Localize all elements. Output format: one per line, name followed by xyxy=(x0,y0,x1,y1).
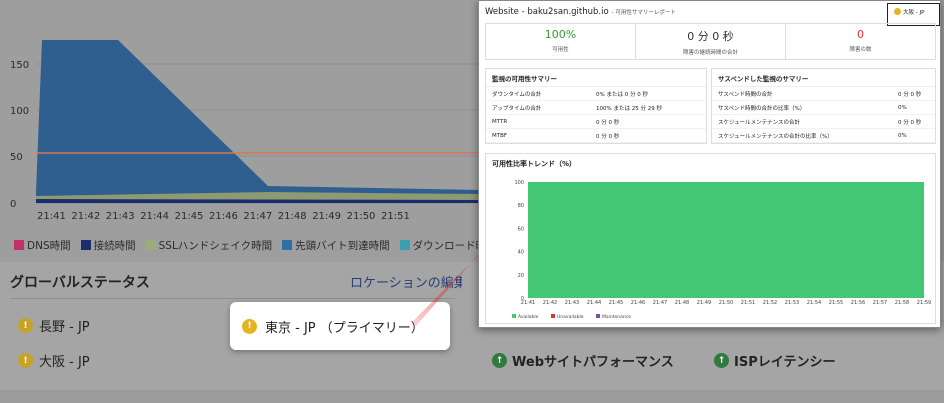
summary-row: ダウンタイムの合計 0% または 0 分 0 秒 xyxy=(486,87,706,101)
legend-swatch xyxy=(596,314,600,318)
legend-swatch xyxy=(512,314,516,318)
x-tick-label: 21:57 xyxy=(873,300,887,306)
x-tick-label: 21:55 xyxy=(829,300,843,306)
summary-row: サスペンド時間の合計 0 分 0 秒 xyxy=(712,87,935,101)
summary-row: MTBF 0 分 0 秒 xyxy=(486,129,706,143)
summary-value: 0 分 0 秒 xyxy=(596,119,620,126)
availability-trend-panel: 可用性比率トレンド（%） 100 80 60 40 20 0 21:41 21:42 21:4… xyxy=(485,153,936,324)
warning-icon xyxy=(894,8,901,15)
availability-trend-chart: 100806040200 21:41 21:42 21:43 21:44 21:45 21… xyxy=(512,180,931,320)
summary-key: MTTR xyxy=(492,118,508,125)
summary-key: ダウンタイムの合計 xyxy=(492,91,542,98)
summary-value: 0 分 0 秒 xyxy=(898,91,922,98)
summary-value: 0 分 0 秒 xyxy=(898,119,922,126)
report-subtitle: - 可用性サマリーレポート xyxy=(611,10,676,16)
x-tick-label: 21:53 xyxy=(785,300,799,306)
x-tick-label: 21:46 xyxy=(631,300,645,306)
x-tick-label: 21:42 xyxy=(543,300,557,306)
kpi-label: 障害の継続時間の合計 xyxy=(682,50,738,56)
summary-row: アップタイムの合計 100% または 25 分 29 秒 xyxy=(486,101,706,115)
x-tick-label: 21:48 xyxy=(675,300,689,306)
kpi-label: 可用性 xyxy=(552,47,569,53)
kpi-outage-count: 0 障害の数 xyxy=(786,24,935,59)
x-tick-label: 21:44 xyxy=(587,300,601,306)
kpi-label: 障害の数 xyxy=(849,47,872,53)
monitor-availability-summary: 監視の可用性サマリー ダウンタイムの合計 0% または 0 分 0 秒アップタイム… xyxy=(485,68,707,144)
x-tick-label: 21:59 xyxy=(917,300,931,306)
x-tick-label: 21:56 xyxy=(851,300,865,306)
summary-title: サスペンドした監視のサマリー xyxy=(712,69,935,87)
x-tick-label: 21:52 xyxy=(763,300,777,306)
y-tick-label: 40 xyxy=(518,250,524,256)
x-tick-label: 21:54 xyxy=(807,300,821,306)
kpi-summary: 100% 可用性 0 分 0 秒 障害の継続時間の合計 0 障害の数 xyxy=(485,23,936,60)
availability-report: Website - baku2san.github.io - 可用性サマリーレポー… xyxy=(478,0,941,328)
y-tick-label: 60 xyxy=(518,226,524,232)
summary-row: スケジュールメンテナンスの合計の比率（%） 0% xyxy=(712,129,935,143)
legend-swatch xyxy=(551,314,555,318)
summary-row: サスペンド時間の合計の比率（%） 0% xyxy=(712,101,935,115)
y-tick-label: 20 xyxy=(518,273,524,279)
summary-row: MTTR 0 分 0 秒 xyxy=(486,115,706,129)
summary-row: スケジュールメンテナンスの合計 0 分 0 秒 xyxy=(712,115,935,129)
summary-value: 0% xyxy=(898,132,907,139)
kpi-value: 0 xyxy=(857,28,864,41)
x-tick-label: 21:49 xyxy=(697,300,711,306)
x-tick-label: 21:43 xyxy=(565,300,579,306)
kpi-outage-duration: 0 分 0 秒 障害の継続時間の合計 xyxy=(636,24,786,59)
x-tick-label: 21:50 xyxy=(719,300,733,306)
summary-value: 0% xyxy=(898,104,907,111)
kpi-availability: 100% 可用性 xyxy=(486,24,636,59)
summary-key: アップタイムの合計 xyxy=(492,105,542,112)
available-area xyxy=(528,182,924,298)
x-tick-label: 21:41 xyxy=(521,300,535,306)
report-header: Website - baku2san.github.io - 可用性サマリーレポー… xyxy=(485,7,676,17)
report-title: Website - baku2san.github.io xyxy=(485,7,609,17)
legend-label: Unavailable xyxy=(557,314,584,320)
x-tick-label: 21:51 xyxy=(741,300,755,306)
legend-label: Maintenance xyxy=(602,314,631,320)
x-tick-label: 21:58 xyxy=(895,300,909,306)
kpi-value: 100% xyxy=(544,28,577,41)
summary-title: 監視の可用性サマリー xyxy=(486,69,706,87)
y-tick-label: 80 xyxy=(518,203,524,209)
summary-key: サスペンド時間の合計の比率（%） xyxy=(718,105,806,112)
legend-label: Available xyxy=(518,314,539,320)
summary-value: 0 分 0 秒 xyxy=(596,133,620,140)
x-tick-label: 21:47 xyxy=(653,300,667,306)
summary-key: MTBF xyxy=(492,132,508,139)
summary-value: 0% または 0 分 0 秒 xyxy=(596,91,648,98)
summary-value: 100% または 25 分 29 秒 xyxy=(596,105,662,112)
summary-key: サスペンド時間の合計 xyxy=(718,91,773,98)
x-tick-label: 21:45 xyxy=(609,300,623,306)
y-tick-label: 100 xyxy=(514,180,524,186)
summary-key: スケジュールメンテナンスの合計 xyxy=(718,119,801,126)
kpi-value: 0 分 0 秒 xyxy=(687,30,734,43)
summary-key: スケジュールメンテナンスの合計の比率（%） xyxy=(718,133,833,140)
suspended-monitor-summary: サスペンドした監視のサマリー サスペンド時間の合計 0 分 0 秒サスペンド時間の… xyxy=(711,68,936,144)
